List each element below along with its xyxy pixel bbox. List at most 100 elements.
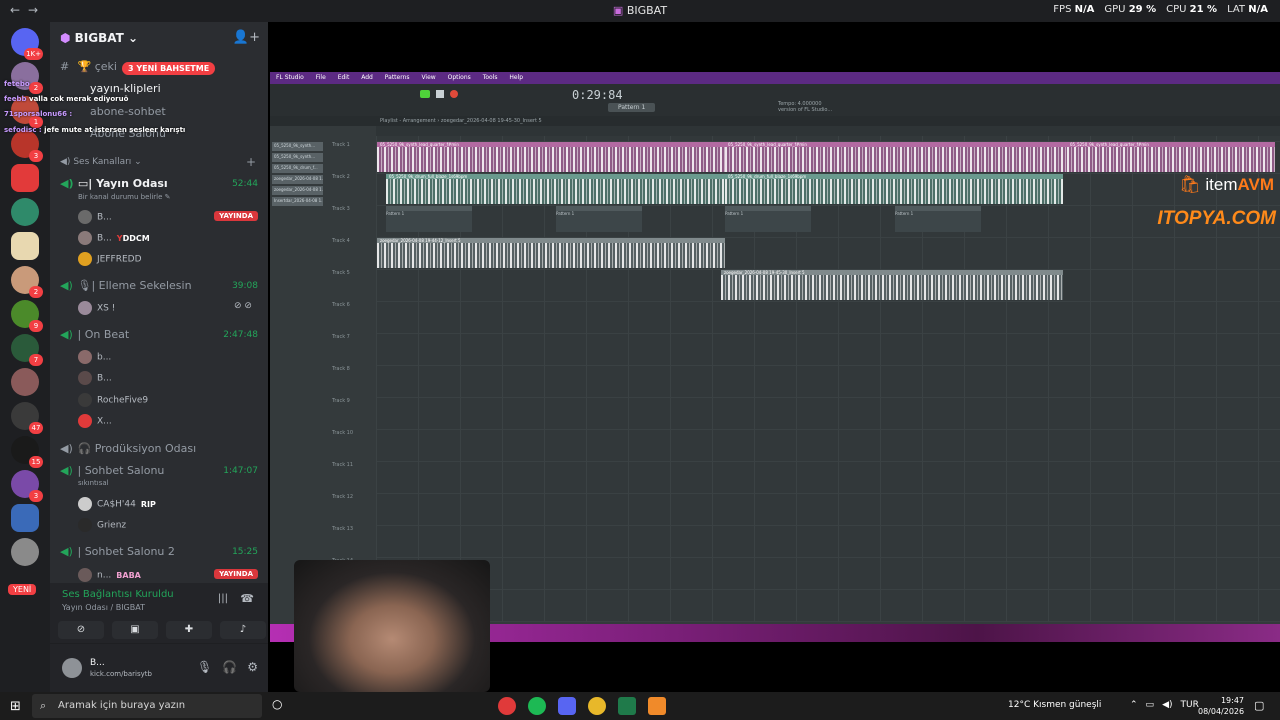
- stop-button[interactable]: [436, 90, 444, 98]
- channel-yayin-odasi[interactable]: ◀) ▭| Yayın Odası: [60, 177, 168, 190]
- fl-menu-item[interactable]: Patterns: [385, 74, 410, 81]
- windows-start-icon[interactable]: ⊞: [10, 699, 24, 714]
- voice-user[interactable]: Grienz: [78, 518, 126, 532]
- fl-menu-item[interactable]: File: [316, 74, 326, 81]
- server-icon[interactable]: 15: [11, 436, 43, 468]
- channel-cekilis[interactable]: # 🏆 çeki: [60, 60, 117, 73]
- track-label[interactable]: Track 2: [332, 174, 376, 180]
- voice-user[interactable]: n... BABA: [78, 568, 141, 582]
- audio-clip[interactable]: 05_5250_9k_synth_lead_quarter_f#min: [1067, 142, 1275, 172]
- server-icon[interactable]: [11, 232, 39, 260]
- category-ses-kanallari[interactable]: ◀) Ses Kanalları ⌄: [60, 157, 142, 167]
- language-indicator[interactable]: TUR: [1181, 700, 1199, 710]
- server-icon[interactable]: 47: [11, 402, 43, 434]
- channel-elleme[interactable]: ◀) 🎙| Elleme Sekelesin: [60, 279, 192, 292]
- audio-clip[interactable]: zoegedar_2026-04-08 19-45-30_Insert 5: [721, 270, 1063, 300]
- track-label[interactable]: Track 11: [332, 462, 376, 468]
- volume-icon[interactable]: ◀): [1162, 700, 1172, 710]
- voice-user[interactable]: B...: [78, 371, 112, 385]
- track-label[interactable]: Track 7: [332, 334, 376, 340]
- track-label[interactable]: Track 5: [332, 270, 376, 276]
- voice-user[interactable]: RocheFive9: [78, 393, 148, 407]
- headset-icon[interactable]: 🎧: [222, 660, 237, 674]
- server-icon[interactable]: 9: [11, 300, 43, 332]
- channel-klipler[interactable]: yayın-klipleri: [90, 82, 161, 95]
- server-icon[interactable]: [11, 504, 39, 532]
- disconnect-icon[interactable]: ☎: [240, 592, 254, 605]
- app-icon[interactable]: [498, 697, 516, 715]
- voice-status[interactable]: Ses Bağlantısı Kuruldu: [62, 589, 174, 600]
- chevron-up-icon[interactable]: ⌃: [1130, 700, 1138, 710]
- voice-user[interactable]: JEFFREDD: [78, 252, 142, 266]
- fl-menu-item[interactable]: FL Studio: [276, 74, 304, 81]
- camera-button[interactable]: ⊘: [58, 621, 104, 639]
- track-label[interactable]: Track 6: [332, 302, 376, 308]
- network-icon[interactable]: ▭: [1146, 700, 1155, 710]
- invite-icon[interactable]: 👤+: [233, 30, 260, 45]
- discord-icon[interactable]: [558, 697, 576, 715]
- track-label[interactable]: Track 8: [332, 366, 376, 372]
- track-label[interactable]: Track 9: [332, 398, 376, 404]
- home-discord-icon[interactable]: 1K+: [11, 28, 43, 60]
- excel-icon[interactable]: [618, 697, 636, 715]
- server-icon[interactable]: 2: [11, 266, 43, 298]
- server-icon[interactable]: 7: [11, 334, 43, 366]
- channel-on-beat[interactable]: ◀) | On Beat: [60, 328, 129, 341]
- voice-user[interactable]: b...: [78, 350, 111, 364]
- track-label[interactable]: Track 10: [332, 430, 376, 436]
- status-hint[interactable]: Bir kanal durumu belirle ✎: [78, 193, 171, 201]
- add-channel-icon[interactable]: +: [246, 155, 256, 169]
- fl-studio-icon[interactable]: [648, 697, 666, 715]
- picker-item[interactable]: zoegedar_2026-04-08 1...: [272, 175, 323, 184]
- audio-clip[interactable]: zoegedar_2026-04-08 19-44-12_Insert 5: [377, 238, 725, 268]
- pattern-clip[interactable]: Pattern 1: [725, 206, 811, 232]
- fl-menu-item[interactable]: Add: [361, 74, 373, 81]
- pattern-clip[interactable]: Pattern 1: [386, 206, 472, 232]
- track-label[interactable]: Track 1: [332, 142, 376, 148]
- fl-menu-item[interactable]: Tools: [483, 74, 498, 81]
- pattern-clip[interactable]: Pattern 1: [895, 206, 981, 232]
- taskbar-search[interactable]: ⌕ Aramak için buraya yazın: [32, 694, 262, 718]
- picker-item[interactable]: 05_5250_9k_drum_f...: [272, 164, 323, 173]
- audio-clip[interactable]: 05_5250_9k_synth_lead_quarter_f#min: [725, 142, 1067, 172]
- screenshare-button[interactable]: ▣: [112, 621, 158, 639]
- track-label[interactable]: Track 4: [332, 238, 376, 244]
- server-name[interactable]: ⬢ BIGBAT ⌄: [60, 31, 138, 45]
- play-button[interactable]: [420, 90, 430, 98]
- audio-clip[interactable]: 05_5250_9k_synth_lead_quarter_f#min: [377, 142, 725, 172]
- picker-item[interactable]: 05_5250_9k_synth...: [272, 153, 323, 162]
- picker-item[interactable]: Insertdar_2026-04-08 1...: [272, 197, 323, 206]
- server-icon[interactable]: 3: [11, 130, 43, 162]
- voice-user[interactable]: CA$H'44 RIP: [78, 497, 156, 511]
- voice-user[interactable]: X...: [78, 414, 112, 428]
- fl-menu-item[interactable]: View: [421, 74, 435, 81]
- noise-icon[interactable]: |||: [218, 593, 228, 604]
- voice-user[interactable]: XS !: [78, 301, 115, 315]
- mention-alert[interactable]: 3 YENİ BAHSETME: [122, 62, 216, 75]
- taskbar-clock[interactable]: 19:47 08/04/2026: [1198, 695, 1244, 717]
- channel-produksiyon[interactable]: ◀) 🎧 Prodüksiyon Odası: [60, 442, 196, 455]
- notification-icon[interactable]: ▢: [1254, 699, 1264, 712]
- fl-playlist-grid[interactable]: [376, 136, 1280, 622]
- server-icon[interactable]: [11, 164, 39, 192]
- fl-pattern-selector[interactable]: Pattern 1: [608, 103, 656, 112]
- server-icon[interactable]: [11, 538, 39, 566]
- chrome-icon[interactable]: [588, 697, 606, 715]
- audio-clip[interactable]: 05_5250_9k_drum_full_blaze_1s69bpm: [386, 174, 725, 204]
- record-button[interactable]: [450, 90, 458, 98]
- track-label[interactable]: Track 13: [332, 526, 376, 532]
- pattern-clip[interactable]: Pattern 1: [556, 206, 642, 232]
- picker-item[interactable]: zoegedar_2026-04-08 1...: [272, 186, 323, 195]
- fl-menu-item[interactable]: Help: [509, 74, 523, 81]
- task-view-icon[interactable]: ○: [272, 697, 282, 711]
- channel-sohbet-salonu-2[interactable]: ◀) | Sohbet Salonu 2: [60, 545, 175, 558]
- weather-widget[interactable]: 12°C Kısmen güneşli: [1008, 700, 1101, 710]
- fl-menu-item[interactable]: Options: [448, 74, 471, 81]
- fl-timeline-ruler[interactable]: [376, 126, 1280, 136]
- soundboard-button[interactable]: ♪: [220, 621, 266, 639]
- fl-menu-item[interactable]: Edit: [338, 74, 350, 81]
- gear-icon[interactable]: ⚙: [247, 660, 258, 674]
- picker-item[interactable]: 05_5250_9k_synth...: [272, 142, 323, 151]
- activities-button[interactable]: ✚: [166, 621, 212, 639]
- voice-user[interactable]: B... YDDCM: [78, 231, 150, 245]
